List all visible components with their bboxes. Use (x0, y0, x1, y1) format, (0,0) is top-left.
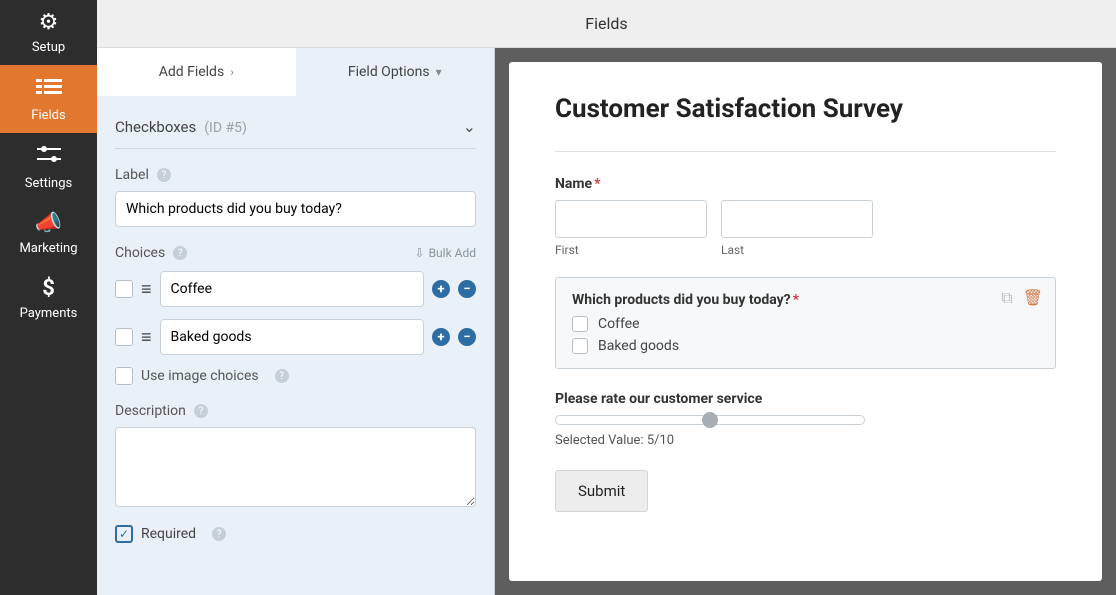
option-label: Baked goods (598, 338, 679, 354)
slider-thumb[interactable] (702, 412, 718, 428)
dollar-icon: $ (4, 278, 93, 300)
chevron-right-icon: › (230, 65, 234, 79)
topbar: Fields (97, 0, 1116, 48)
required-row: ✓ Required ? (115, 525, 476, 543)
name-fields: First Last (555, 200, 1056, 257)
choice-row: ≡ + − (115, 271, 476, 307)
choice-input[interactable] (160, 319, 424, 355)
add-choice-button[interactable]: + (432, 280, 450, 298)
choice-default-checkbox[interactable] (115, 280, 133, 298)
nav-setup-label: Setup (32, 40, 65, 55)
name-label-text: Name (555, 176, 592, 192)
required-asterisk: * (793, 292, 799, 308)
first-name-input[interactable] (555, 200, 707, 238)
nav-marketing-label: Marketing (19, 241, 77, 256)
megaphone-icon: 📣 (4, 213, 93, 235)
main-area: Fields Add Fields › Field Options ▾ Chec… (97, 0, 1116, 595)
help-icon[interactable]: ? (212, 527, 226, 541)
divider (555, 151, 1056, 152)
nav-setup[interactable]: ⚙ Setup (0, 0, 97, 65)
required-checkbox[interactable]: ✓ (115, 525, 133, 543)
label-title: Label (115, 167, 149, 183)
choice-default-checkbox[interactable] (115, 328, 133, 346)
nav-payments[interactable]: $ Payments (0, 266, 97, 331)
form-preview: Customer Satisfaction Survey Name* First… (509, 62, 1102, 581)
download-icon: ⇩ (415, 246, 425, 260)
tab-add-fields[interactable]: Add Fields › (97, 48, 296, 96)
option-row: Baked goods (572, 338, 1039, 354)
question-label-text: Which products did you buy today? (572, 292, 791, 308)
nav-fields[interactable]: Fields (0, 65, 97, 133)
remove-choice-button[interactable]: − (458, 328, 476, 346)
rating-label: Please rate our customer service (555, 391, 1056, 407)
bulk-add-link[interactable]: ⇩ Bulk Add (415, 246, 477, 260)
left-nav: ⚙ Setup Fields Settings 📣 Marketing $ Pa… (0, 0, 97, 595)
choice-input[interactable] (160, 271, 424, 307)
chevron-down-icon: ▾ (436, 65, 442, 79)
section-header[interactable]: Checkboxes (ID #5) ⌄ (115, 111, 476, 149)
section-type: Checkboxes (115, 118, 196, 136)
question-label: Which products did you buy today?* (572, 292, 1039, 308)
nav-settings[interactable]: Settings (0, 133, 97, 201)
help-icon[interactable]: ? (275, 369, 289, 383)
nav-marketing[interactable]: 📣 Marketing (0, 201, 97, 266)
required-asterisk: * (594, 176, 600, 192)
description-textarea[interactable] (115, 427, 476, 507)
gear-icon: ⚙ (4, 12, 93, 34)
panel-body: Checkboxes (ID #5) ⌄ Label ? Choices (97, 96, 494, 595)
label-input[interactable] (115, 191, 476, 227)
help-icon[interactable]: ? (173, 246, 187, 260)
image-choices-row: Use image choices ? (115, 367, 476, 385)
columns: Add Fields › Field Options ▾ Checkboxes … (97, 48, 1116, 595)
first-sublabel: First (555, 243, 707, 257)
option-label: Coffee (598, 316, 640, 332)
chevron-down-icon: ⌄ (463, 117, 476, 136)
bulk-add-label: Bulk Add (429, 246, 476, 260)
duplicate-icon[interactable]: ⧉ (1001, 288, 1012, 308)
rating-value-text: Selected Value: 5/10 (555, 433, 1056, 448)
side-panel: Add Fields › Field Options ▾ Checkboxes … (97, 48, 495, 595)
submit-button[interactable]: Submit (555, 470, 648, 512)
rating-slider[interactable] (555, 415, 865, 425)
help-icon[interactable]: ? (194, 404, 208, 418)
choices-title: Choices (115, 245, 165, 261)
remove-choice-button[interactable]: − (458, 280, 476, 298)
add-choice-button[interactable]: + (432, 328, 450, 346)
selected-field[interactable]: ⧉ 🗑 Which products did you buy today?* C… (555, 277, 1056, 369)
drag-handle-icon[interactable]: ≡ (141, 279, 152, 300)
nav-settings-label: Settings (25, 176, 72, 191)
last-sublabel: Last (721, 243, 873, 257)
name-field-label: Name* (555, 176, 1056, 192)
tab-add-fields-label: Add Fields (159, 64, 225, 80)
help-icon[interactable]: ? (157, 168, 171, 182)
option-checkbox[interactable] (572, 316, 588, 332)
option-checkbox[interactable] (572, 338, 588, 354)
image-choices-label: Use image choices (141, 368, 259, 384)
trash-icon[interactable]: 🗑 (1023, 288, 1043, 308)
section-id: (ID #5) (204, 120, 247, 136)
choice-row: ≡ + − (115, 319, 476, 355)
tab-bar: Add Fields › Field Options ▾ (97, 48, 494, 96)
preview-wrap: Customer Satisfaction Survey Name* First… (495, 48, 1116, 595)
form-title: Customer Satisfaction Survey (555, 94, 1056, 125)
description-label: Description (115, 403, 186, 419)
nav-payments-label: Payments (20, 306, 78, 321)
required-label: Required (141, 526, 196, 542)
topbar-title: Fields (585, 14, 627, 33)
sliders-icon (4, 145, 93, 170)
nav-fields-label: Fields (31, 108, 65, 123)
drag-handle-icon[interactable]: ≡ (141, 327, 152, 348)
tab-field-options[interactable]: Field Options ▾ (296, 48, 495, 96)
tab-field-options-label: Field Options (348, 64, 430, 80)
field-actions: ⧉ 🗑 (1001, 288, 1043, 308)
image-choices-checkbox[interactable] (115, 367, 133, 385)
list-icon (4, 77, 93, 102)
last-name-input[interactable] (721, 200, 873, 238)
option-row: Coffee (572, 316, 1039, 332)
